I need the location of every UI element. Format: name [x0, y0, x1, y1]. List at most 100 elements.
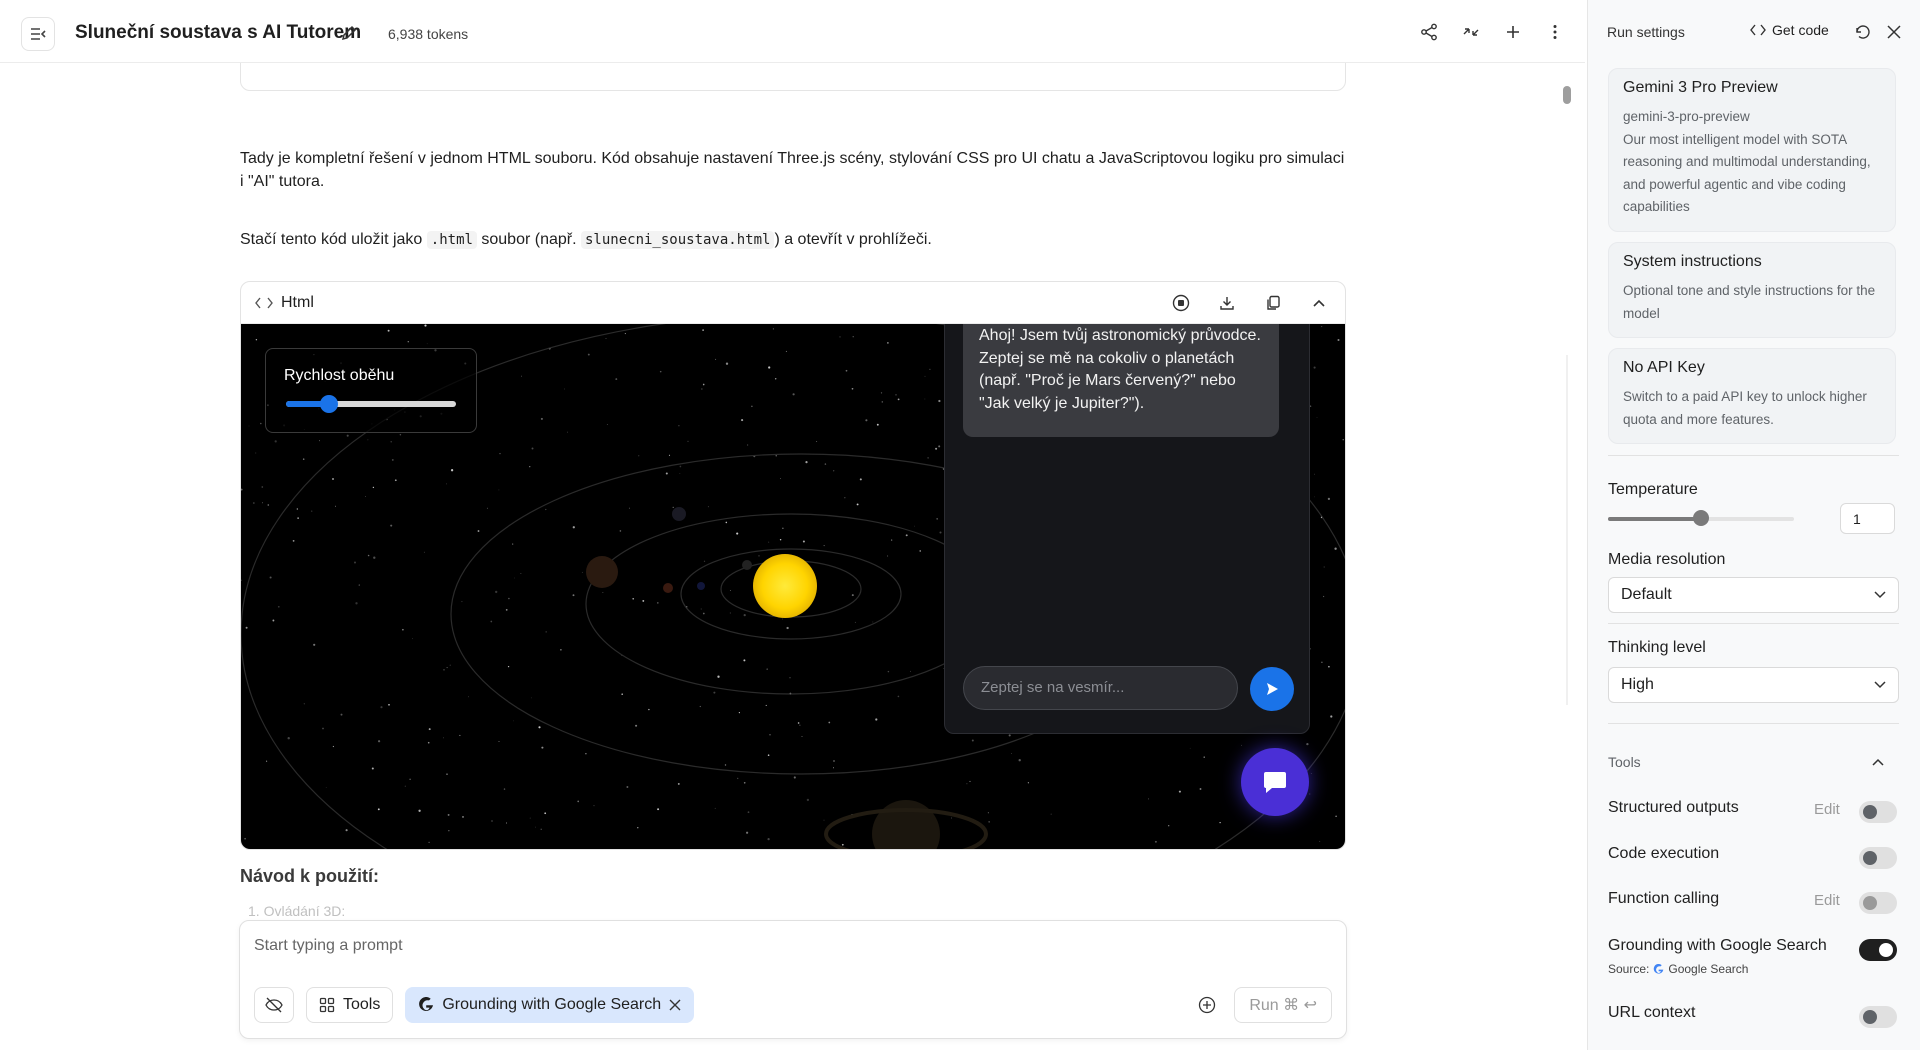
star	[615, 378, 618, 381]
star	[1027, 782, 1030, 784]
star	[407, 340, 410, 343]
grounding-chip[interactable]: Grounding with Google Search	[405, 987, 695, 1023]
star	[766, 668, 768, 670]
thinking-level-select[interactable]: High	[1608, 667, 1899, 703]
star	[387, 329, 390, 332]
star	[678, 425, 680, 427]
star	[372, 486, 375, 489]
function-calling-toggle[interactable]	[1859, 892, 1897, 914]
system-instructions-card[interactable]: System instructions Optional tone and st…	[1608, 242, 1896, 338]
ai-chat-toggle-button[interactable]	[1241, 748, 1309, 816]
star	[274, 440, 277, 443]
star	[939, 531, 942, 534]
star	[292, 539, 295, 542]
ai-message-bubble: Ahoj! Jsem tvůj astronomický průvodce. Z…	[963, 324, 1279, 437]
star	[560, 649, 562, 651]
chevron-up-icon[interactable]	[1307, 291, 1331, 315]
star	[1018, 759, 1021, 762]
api-key-card[interactable]: No API Key Switch to a paid API key to u…	[1608, 348, 1896, 444]
star	[823, 819, 825, 821]
reset-settings-icon[interactable]	[1853, 22, 1873, 42]
star	[538, 726, 541, 729]
edit-link[interactable]: Edit	[1814, 801, 1840, 818]
star	[785, 350, 787, 352]
star	[462, 816, 464, 818]
star	[267, 504, 270, 506]
star	[635, 724, 638, 727]
star	[245, 626, 248, 629]
tools-grid-icon	[319, 997, 335, 1013]
media-resolution-select[interactable]: Default	[1608, 577, 1899, 613]
code-icon	[255, 297, 273, 308]
compare-icon[interactable]	[1461, 22, 1481, 42]
add-circle-icon[interactable]	[1198, 996, 1216, 1014]
run-button[interactable]: Run ⌘ ↩	[1234, 987, 1332, 1023]
add-icon[interactable]	[1503, 22, 1523, 42]
star	[779, 538, 782, 541]
structured-outputs-toggle[interactable]	[1859, 801, 1897, 823]
speed-slider-thumb[interactable]	[319, 395, 338, 413]
star	[346, 434, 349, 437]
star	[461, 601, 463, 603]
divider	[1608, 723, 1899, 724]
prompt-input[interactable]: Start typing a prompt	[254, 937, 403, 955]
temperature-input[interactable]: 1	[1840, 503, 1895, 534]
star	[772, 328, 774, 330]
chat-area: Tady je kompletní řešení v jednom HTML s…	[0, 63, 1570, 1050]
star	[746, 831, 749, 834]
star	[248, 425, 250, 427]
star	[322, 727, 324, 730]
planet-saturn	[872, 800, 940, 849]
star	[845, 369, 848, 372]
tools-button-label: Tools	[343, 996, 381, 1013]
star	[774, 378, 777, 380]
star	[1335, 815, 1337, 817]
source-label: Source:	[1608, 962, 1650, 976]
inline-code: slunecni_soustava.html	[581, 231, 775, 249]
sidebar-toggle-button[interactable]	[21, 17, 55, 51]
star	[1322, 595, 1325, 598]
star	[725, 521, 728, 524]
speed-slider[interactable]	[286, 395, 456, 413]
star	[768, 366, 771, 369]
tools-button[interactable]: Tools	[306, 987, 394, 1023]
run-settings-panel: Run settings Get code Gemini 3 Pro Previ…	[1587, 0, 1920, 1050]
star	[531, 447, 534, 450]
ai-question-input[interactable]: Zeptej se na vesmír...	[963, 666, 1238, 710]
temperature-slider-thumb[interactable]	[1693, 510, 1709, 526]
star	[545, 508, 547, 511]
temperature-slider[interactable]	[1608, 510, 1794, 526]
star	[241, 579, 242, 582]
model-selector-card[interactable]: Gemini 3 Pro Preview gemini-3-pro-previe…	[1608, 68, 1896, 232]
url-context-toggle[interactable]	[1859, 1006, 1897, 1028]
star	[648, 708, 650, 711]
edit-link[interactable]: Edit	[1814, 892, 1840, 909]
close-panel-icon[interactable]	[1884, 22, 1904, 42]
planet-earth	[697, 582, 705, 590]
more-vert-icon[interactable]	[1545, 22, 1565, 42]
star	[260, 422, 262, 425]
code-execution-toggle[interactable]	[1859, 847, 1897, 869]
pencil-icon[interactable]	[340, 24, 358, 42]
star	[1008, 734, 1011, 737]
code-actions	[1169, 291, 1331, 315]
star	[296, 508, 298, 510]
chevron-up-icon[interactable]	[1870, 754, 1886, 770]
grounding-toggle[interactable]	[1859, 939, 1897, 961]
code-language: Html	[255, 294, 314, 312]
get-code-button[interactable]: Get code	[1750, 22, 1829, 38]
star	[1337, 338, 1340, 342]
star	[412, 638, 413, 640]
html-preview[interactable]: Rychlost oběhu Ahoj! Jsem tvůj astronomi…	[241, 324, 1345, 849]
stop-preview-icon[interactable]	[1169, 291, 1193, 315]
share-icon[interactable]	[1419, 22, 1439, 42]
download-icon[interactable]	[1215, 291, 1239, 315]
scrollbar-thumb[interactable]	[1563, 86, 1571, 104]
star	[521, 375, 522, 377]
copy-icon[interactable]	[1261, 291, 1285, 315]
star	[332, 745, 335, 748]
media-toggle-button[interactable]	[254, 987, 294, 1023]
ai-send-button[interactable]	[1250, 667, 1294, 711]
star	[371, 767, 374, 770]
close-icon[interactable]	[669, 999, 681, 1011]
